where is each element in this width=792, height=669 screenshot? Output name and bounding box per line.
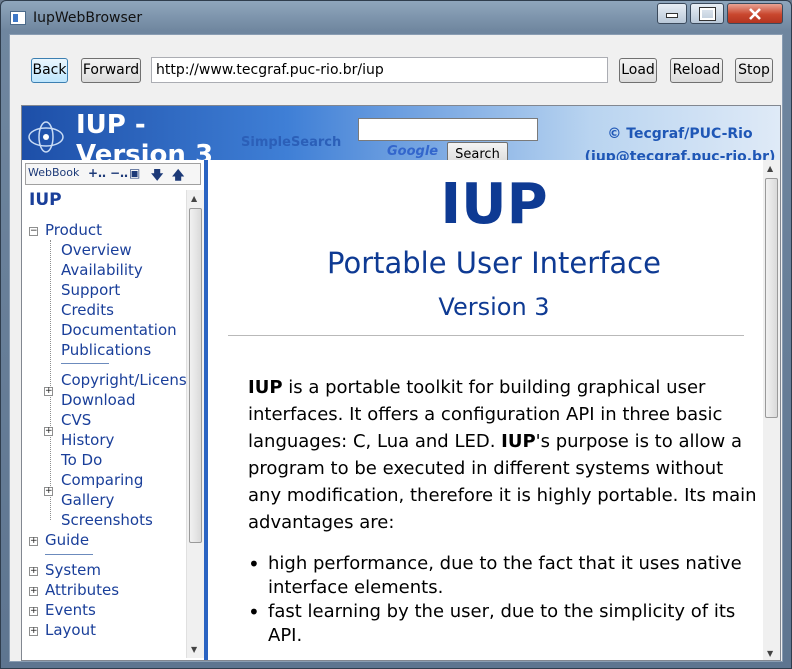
tree-item-cvs[interactable]: CVS xyxy=(61,410,91,430)
browser-window: IupWebBrowser Back Forward http://www.te… xyxy=(0,0,792,669)
list-item: fast learning by the user, due to the si… xyxy=(248,600,758,648)
expand-icon[interactable]: + xyxy=(44,387,53,396)
tree-guide xyxy=(50,240,51,520)
expand-icon[interactable]: + xyxy=(44,427,53,436)
tree-item-todo[interactable]: To Do xyxy=(61,450,102,470)
page-version: Version 3 xyxy=(438,293,550,321)
tree-item-guide[interactable]: Guide xyxy=(45,530,89,550)
stop-button[interactable]: Stop xyxy=(735,58,773,83)
window-title: IupWebBrowser xyxy=(33,10,143,26)
strong-iup: IUP xyxy=(248,377,283,398)
expand-icon[interactable]: + xyxy=(44,487,53,496)
tree-item-documentation[interactable]: Documentation xyxy=(61,320,177,340)
simple-search-label: SimpleSearch xyxy=(241,135,342,150)
content-vertical-scrollbar[interactable]: ▲ ▼ xyxy=(763,160,780,660)
tree-item-support[interactable]: Support xyxy=(61,280,120,300)
minimize-button[interactable] xyxy=(657,3,687,24)
tree-root[interactable]: IUP xyxy=(29,190,62,210)
close-icon xyxy=(749,8,761,20)
expand-icon[interactable]: + xyxy=(29,537,38,546)
tree-item-attributes[interactable]: Attributes xyxy=(45,580,119,600)
web-view[interactable]: IUP - Version 3 SimpleSearch Google Sear… xyxy=(21,105,781,661)
collapse-icon[interactable]: − xyxy=(29,227,38,236)
app-icon xyxy=(10,11,26,25)
tree-item-comparing[interactable]: Comparing xyxy=(61,470,143,490)
webbook-label[interactable]: WebBook xyxy=(28,166,79,179)
copyright: © Tecgraf/PUC-Rio (iup@tecgraf.puc-rio.b… xyxy=(580,123,780,160)
tree-item-history[interactable]: History xyxy=(61,430,114,450)
tree-item-layout[interactable]: Layout xyxy=(45,620,96,640)
page-subtitle: Portable User Interface xyxy=(327,246,661,280)
intro-paragraph: IUP is a portable toolkit for building g… xyxy=(248,374,758,536)
maximize-icon xyxy=(698,7,716,21)
load-button[interactable]: Load xyxy=(619,58,657,83)
tree-item-screenshots[interactable]: Screenshots xyxy=(61,510,153,530)
expand-icon[interactable]: + xyxy=(29,587,38,596)
page-header: IUP - Version 3 SimpleSearch Google Sear… xyxy=(22,106,780,160)
tree-item-product[interactable]: Product xyxy=(45,220,102,240)
tree-item-overview[interactable]: Overview xyxy=(61,240,132,260)
tree-separator xyxy=(45,554,93,555)
copyright-email[interactable]: (iup@tecgraf.puc-rio.br) xyxy=(580,146,780,160)
google-logo: Google xyxy=(387,144,439,159)
maximize-button[interactable] xyxy=(690,3,724,24)
title-bar: IupWebBrowser xyxy=(1,1,791,35)
list-item: high performance, due to the fact that i… xyxy=(248,552,758,600)
google-search-input[interactable] xyxy=(358,118,538,141)
tree-item-gallery[interactable]: Gallery xyxy=(61,490,114,510)
tree-item-copyright[interactable]: Copyright/License xyxy=(61,370,187,390)
url-field[interactable]: http://www.tecgraf.puc-rio.br/iup xyxy=(151,57,608,83)
tree-vertical-scrollbar[interactable]: ▲ ▼ xyxy=(186,190,204,658)
back-button[interactable]: Back xyxy=(31,58,68,83)
previous-icon[interactable]: 🡅 xyxy=(172,166,184,187)
client-area: Back Forward http://www.tecgraf.puc-rio.… xyxy=(9,34,783,662)
scroll-up-icon[interactable]: ▲ xyxy=(191,194,197,203)
header-title: IUP - Version 3 xyxy=(76,110,214,160)
tree-item-credits[interactable]: Credits xyxy=(61,300,114,320)
expand-icon[interactable]: + xyxy=(29,607,38,616)
tree-separator xyxy=(61,363,109,364)
scroll-down-icon[interactable]: ▼ xyxy=(767,649,773,658)
google-search-button[interactable]: Search xyxy=(447,142,508,160)
scroll-up-icon[interactable]: ▲ xyxy=(767,164,773,173)
collapse-all-icon[interactable]: −‥ xyxy=(110,166,128,180)
webbook-toolbar: WebBook +‥ −‥ ▣ 🡇 🡅 xyxy=(25,163,201,185)
expand-all-icon[interactable]: +‥ xyxy=(88,166,106,180)
tree-item-events[interactable]: Events xyxy=(45,600,96,620)
copyright-line1: © Tecgraf/PUC-Rio xyxy=(607,126,753,142)
webbook-tree[interactable]: IUP − Product Overview Availability Supp… xyxy=(22,190,187,658)
reload-button[interactable]: Reload xyxy=(670,58,723,83)
content-frame: IUP Portable User Interface Version 3 IU… xyxy=(208,160,780,660)
forward-button[interactable]: Forward xyxy=(81,58,141,83)
scrollbar-thumb[interactable] xyxy=(189,208,202,543)
next-icon[interactable]: 🡇 xyxy=(151,166,163,187)
minimize-icon xyxy=(666,13,678,18)
expand-icon[interactable]: + xyxy=(29,567,38,576)
scroll-down-icon[interactable]: ▼ xyxy=(191,645,197,654)
tree-item-availability[interactable]: Availability xyxy=(61,260,143,280)
divider xyxy=(228,335,744,336)
webbook-panel: WebBook +‥ −‥ ▣ 🡇 🡅 IUP − Product Overvi… xyxy=(22,160,205,660)
expand-icon[interactable]: + xyxy=(29,627,38,636)
tree-item-publications[interactable]: Publications xyxy=(61,340,151,360)
close-button[interactable] xyxy=(727,3,783,24)
iup-logo-icon xyxy=(28,121,64,153)
sync-icon[interactable]: ▣ xyxy=(129,166,140,180)
strong-iup: IUP xyxy=(501,431,536,452)
tree-item-system[interactable]: System xyxy=(45,560,101,580)
page-title: IUP xyxy=(440,172,548,237)
advantages-list: high performance, due to the fact that i… xyxy=(248,552,758,648)
tree-item-download[interactable]: Download xyxy=(61,390,136,410)
scrollbar-thumb[interactable] xyxy=(765,178,778,418)
